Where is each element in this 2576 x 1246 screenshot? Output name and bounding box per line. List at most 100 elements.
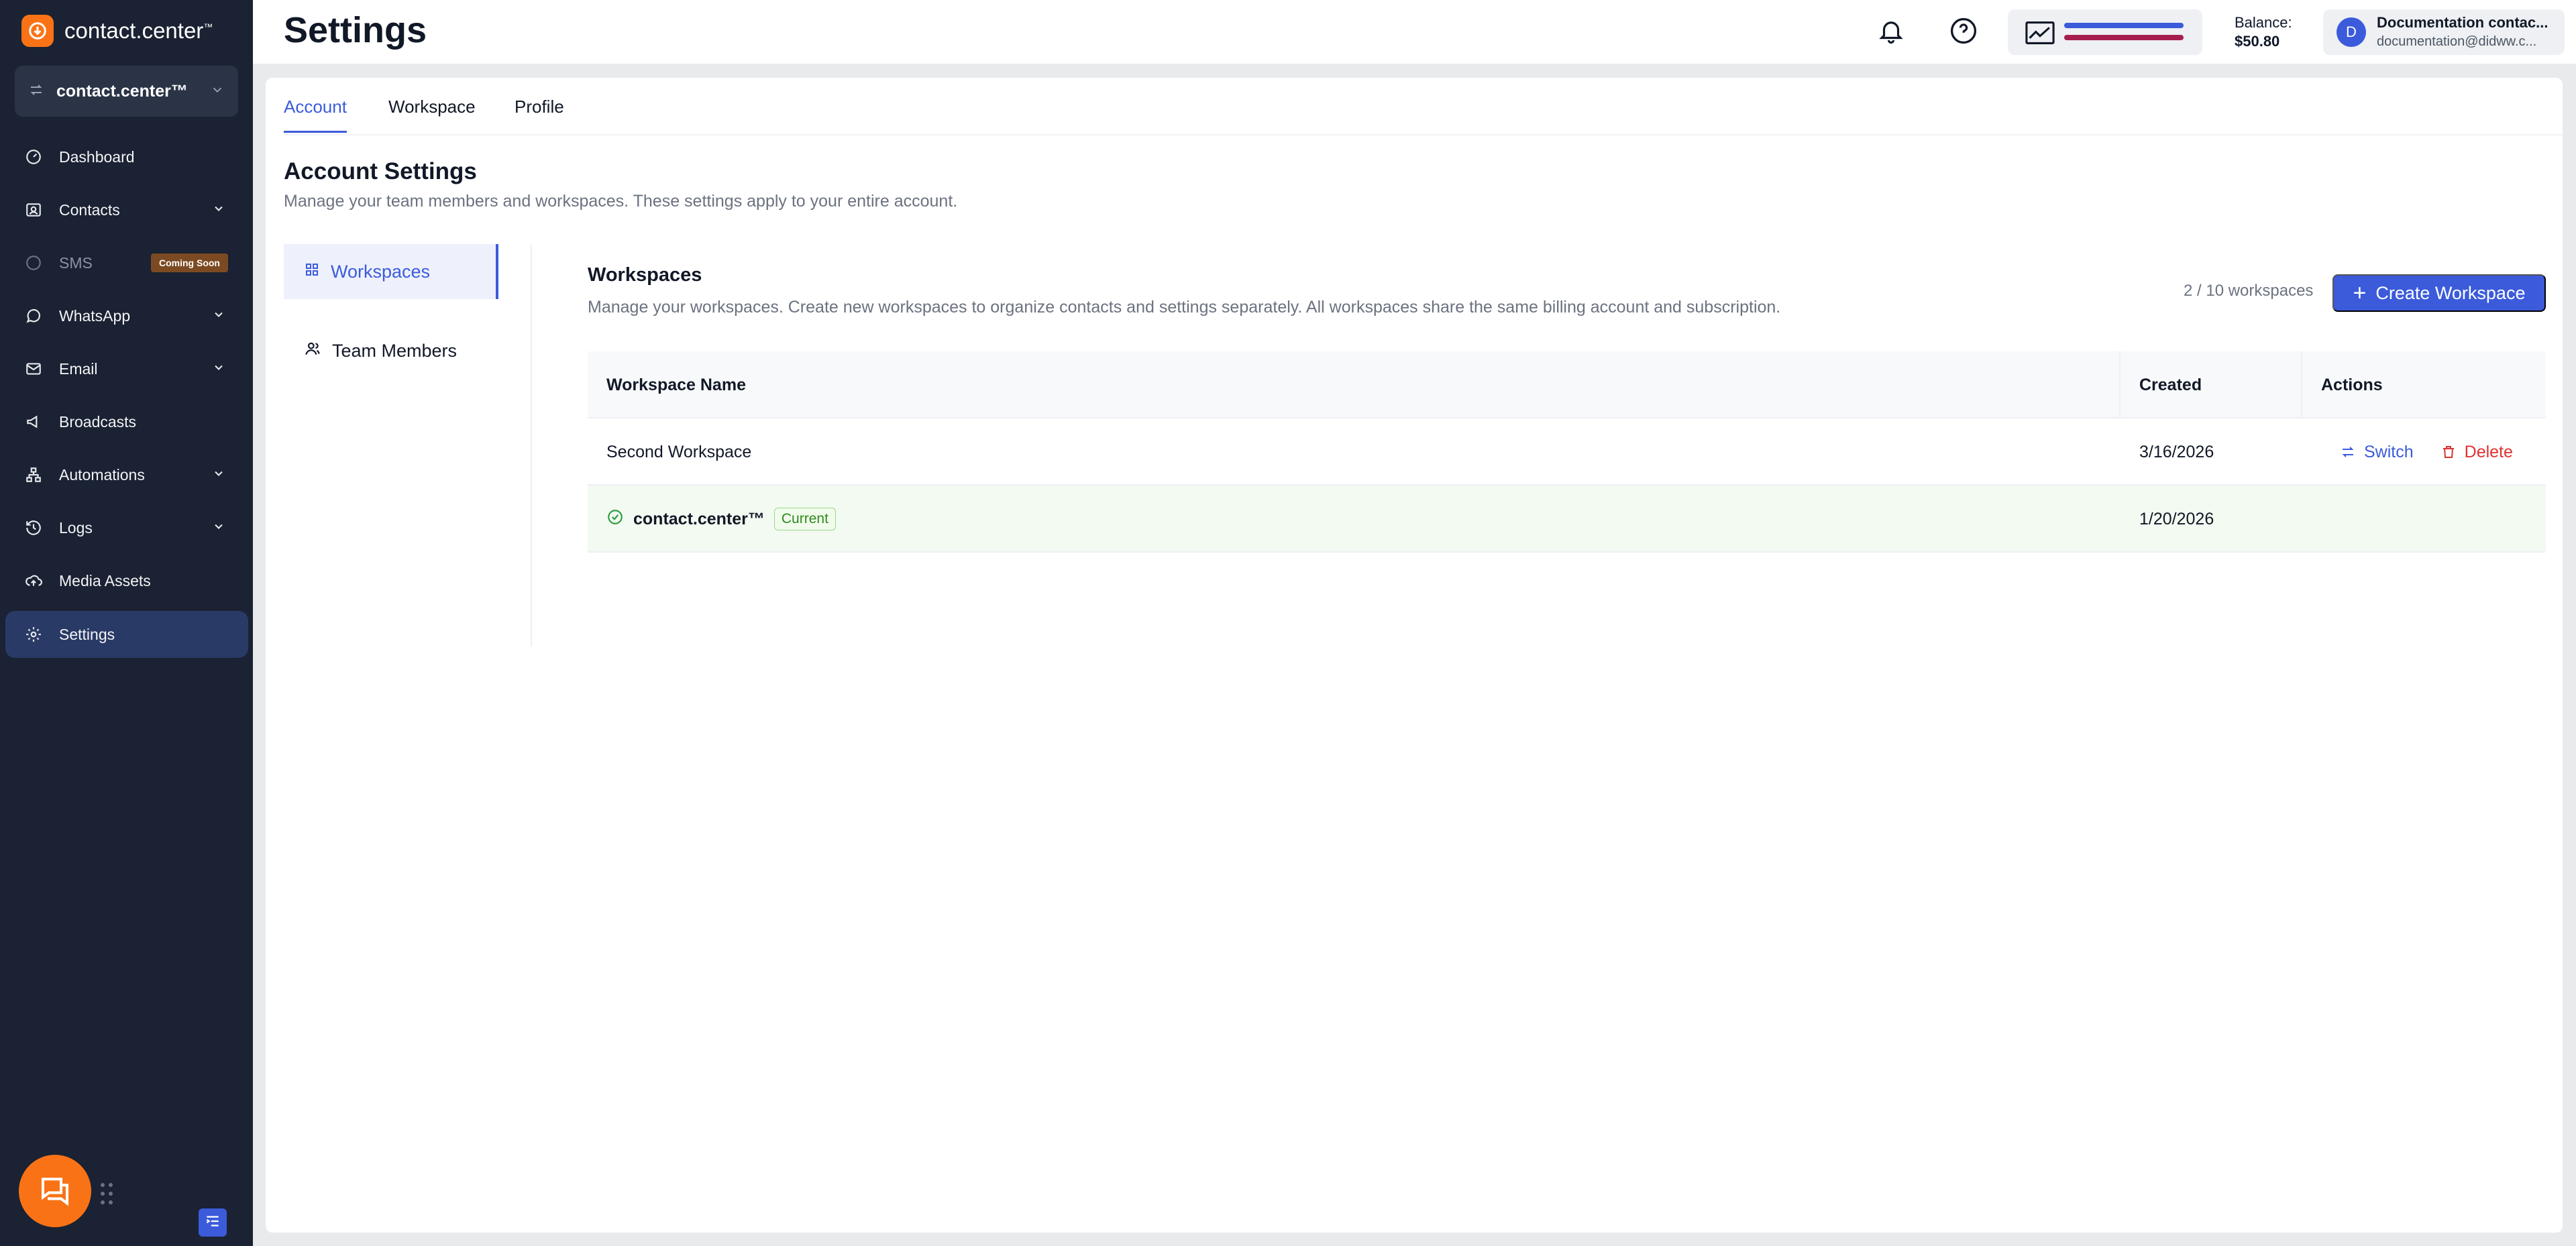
workflow-icon — [24, 465, 43, 484]
workspace-switcher-name: contact.center™ — [56, 81, 188, 101]
create-workspace-button[interactable]: + Create Workspace — [2332, 274, 2546, 312]
workspace-switcher[interactable]: contact.center™ — [15, 66, 238, 117]
chat-icon — [37, 1172, 73, 1211]
chevron-down-icon — [212, 360, 225, 378]
sidebar-item-sms: SMS Coming Soon — [5, 239, 248, 286]
collapse-sidebar-button[interactable] — [199, 1208, 227, 1237]
chevron-down-icon — [212, 201, 225, 219]
workspace-name-cell: Second Workspace — [606, 442, 752, 461]
sidebar-item-settings[interactable]: Settings — [5, 611, 248, 658]
chat-widget-button[interactable] — [19, 1155, 91, 1227]
users-icon — [304, 340, 321, 362]
sidebar-item-label: Automations — [59, 465, 145, 484]
sidebar-item-label: WhatsApp — [59, 306, 131, 325]
sidebar-item-email[interactable]: Email — [5, 345, 248, 392]
indent-icon — [204, 1212, 221, 1233]
sidebar-item-contacts[interactable]: Contacts — [5, 186, 248, 233]
logo-icon — [21, 15, 54, 47]
column-header-workspace-name: Workspace Name — [606, 375, 746, 394]
chevron-down-icon — [212, 519, 225, 537]
app-logo[interactable]: contact.center™ — [21, 15, 213, 47]
account-menu[interactable]: D Documentation contac... documentation@… — [2323, 9, 2565, 55]
page-title: Settings — [284, 10, 427, 50]
plus-icon: + — [2353, 280, 2367, 306]
settings-tabs: Account Workspace Profile — [284, 78, 2563, 135]
sidebar-item-logs[interactable]: Logs — [5, 504, 248, 551]
bell-icon — [1877, 17, 1905, 48]
logo-text: contact.center™ — [64, 18, 213, 43]
usage-widget[interactable] — [2008, 9, 2202, 55]
subnav-item-team-members[interactable]: Team Members — [284, 323, 498, 378]
help-button[interactable] — [1947, 16, 1980, 48]
sidebar-item-broadcasts[interactable]: Broadcasts — [5, 398, 248, 445]
message-circle-icon — [24, 253, 43, 272]
tab-account[interactable]: Account — [284, 97, 347, 133]
sidebar-item-label: Broadcasts — [59, 412, 137, 431]
account-settings-title: Account Settings — [284, 158, 477, 184]
whatsapp-icon — [24, 306, 43, 325]
settings-content: Account Workspace Profile Account Settin… — [266, 78, 2563, 1233]
mail-icon — [24, 359, 43, 378]
column-header-created: Created — [2139, 375, 2202, 394]
workspace-name-cell: contact.center™ Current — [606, 486, 836, 553]
grid-icon — [304, 262, 320, 282]
workspace-name: contact.center™ — [633, 509, 765, 528]
switch-arrows-icon — [28, 82, 44, 101]
balance-value: $50.80 — [2235, 33, 2280, 50]
tab-workspace[interactable]: Workspace — [388, 97, 476, 131]
avatar: D — [2337, 17, 2366, 47]
table-header-row: Workspace Name Created Actions — [588, 351, 2546, 418]
created-date-cell: 1/20/2026 — [2139, 509, 2214, 528]
chevron-down-icon — [210, 82, 225, 101]
trash-icon — [2443, 446, 2454, 458]
column-divider — [2301, 351, 2302, 418]
actions-cell: Switch Delete — [2321, 418, 2513, 486]
delete-workspace-link[interactable]: Delete — [2440, 443, 2513, 462]
sidebar-item-automations[interactable]: Automations — [5, 451, 248, 498]
column-divider — [2119, 351, 2121, 418]
top-header: Settings Balance: $50.80 D Documentation… — [253, 0, 2576, 64]
history-icon — [24, 518, 43, 537]
sidebar-item-label: Settings — [59, 625, 115, 643]
sidebar-item-media-assets[interactable]: Media Assets — [5, 557, 248, 604]
subnav-item-workspaces[interactable]: Workspaces — [284, 244, 498, 299]
coming-soon-badge: Coming Soon — [151, 253, 228, 272]
subnav-item-label: Workspaces — [331, 261, 431, 282]
create-workspace-label: Create Workspace — [2375, 282, 2526, 303]
sidebar-item-label: Logs — [59, 518, 93, 536]
account-email: documentation@didww.c... — [2377, 34, 2537, 49]
sidebar-item-dashboard[interactable]: Dashboard — [5, 133, 248, 180]
current-badge: Current — [773, 508, 836, 530]
sidebar-item-label: Media Assets — [59, 571, 151, 589]
tab-profile[interactable]: Profile — [515, 97, 564, 131]
chevron-down-icon — [212, 466, 225, 484]
check-circle-icon — [606, 508, 624, 530]
help-circle-icon — [1949, 16, 1978, 49]
switch-workspace-link[interactable]: Switch — [2340, 443, 2414, 462]
usage-bar-secondary — [2064, 35, 2184, 40]
column-header-actions: Actions — [2321, 375, 2383, 394]
delete-label: Delete — [2464, 442, 2513, 461]
drag-handle-icon[interactable] — [99, 1182, 114, 1209]
account-subnav: Workspaces Team Members — [284, 244, 532, 646]
subnav-item-label: Team Members — [332, 340, 458, 361]
balance-label: Balance: — [2235, 14, 2292, 31]
chevron-down-icon — [212, 307, 225, 325]
workspaces-title: Workspaces — [588, 264, 702, 286]
table-row: contact.center™ Current 1/20/2026 — [588, 486, 2546, 553]
sidebar-item-label: Contacts — [59, 201, 120, 219]
notifications-button[interactable] — [1875, 16, 1907, 48]
sidebar: contact.center™ contact.center™ Dashboar… — [0, 0, 253, 1246]
account-name: Documentation contac... — [2377, 14, 2548, 31]
workspaces-description: Manage your workspaces. Create new works… — [588, 298, 1781, 317]
sidebar-item-label: Email — [59, 359, 98, 378]
workspace-count: 2 / 10 workspaces — [2184, 282, 2314, 300]
contact-card-icon — [24, 201, 43, 219]
switch-arrows-icon — [2342, 447, 2354, 457]
table-row: Second Workspace 3/16/2026 Switch Delete — [588, 418, 2546, 486]
megaphone-icon — [24, 412, 43, 431]
sidebar-item-whatsapp[interactable]: WhatsApp — [5, 292, 248, 339]
created-date-cell: 3/16/2026 — [2139, 442, 2214, 461]
switch-label: Switch — [2364, 442, 2414, 461]
usage-bar-primary — [2064, 23, 2184, 28]
